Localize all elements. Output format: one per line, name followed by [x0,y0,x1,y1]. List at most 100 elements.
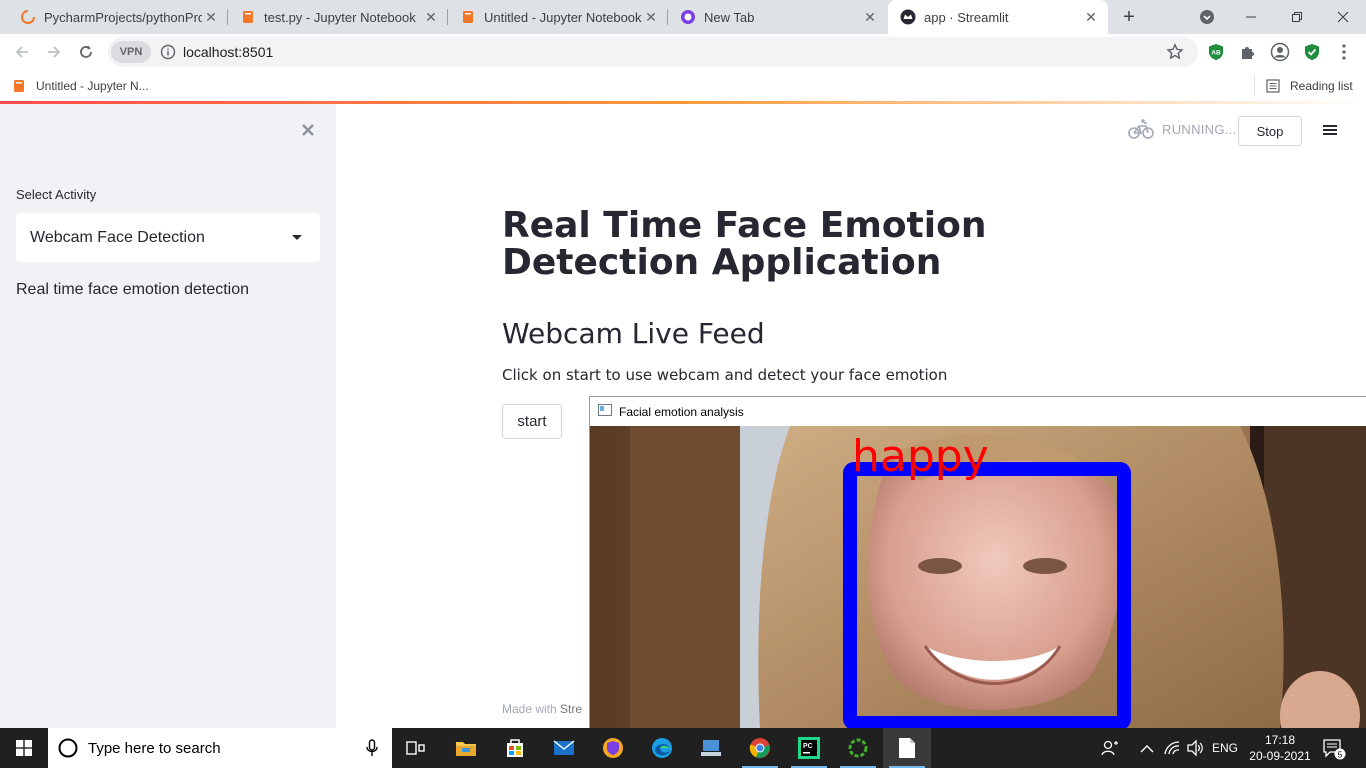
task-view-icon[interactable] [392,728,440,768]
pycharm-spinner-icon [20,9,36,25]
tab-title: Untitled - Jupyter Notebook [484,9,642,25]
start-button[interactable]: start [502,404,562,439]
forward-arrow-icon[interactable] [40,38,68,66]
tab-title: test.py - Jupyter Notebook [264,9,416,25]
restore-icon[interactable] [1274,0,1320,34]
file-explorer-icon[interactable] [442,728,490,768]
bookmarks-bar: Untitled - Jupyter N... Reading list [0,70,1366,102]
search-placeholder: Type here to search [88,739,221,757]
tab-title: PycharmProjects/pythonProje [44,9,202,25]
notepad-file-icon[interactable] [883,728,931,768]
back-arrow-icon[interactable] [8,38,36,66]
jupyter-book-icon [12,79,26,93]
browser-tab-strip: PycharmProjects/pythonProje ✕ test.py - … [0,0,1366,34]
tab-close-icon[interactable]: ✕ [861,9,879,26]
hamburger-menu-icon[interactable] [1322,122,1338,143]
notification-count: 5 [1338,750,1343,760]
footer: Made with Stre [502,702,582,716]
mail-icon[interactable] [540,728,588,768]
language-indicator[interactable]: ENG [1212,741,1238,755]
new-tab-icon [680,9,696,25]
webcam-frame: happy [590,426,1366,729]
microsoft-store-icon[interactable] [491,728,539,768]
windows-start-icon[interactable] [0,728,48,768]
stop-button[interactable]: Stop [1238,116,1302,146]
extensions-puzzle-icon[interactable] [1238,42,1258,62]
new-tab-plus-icon[interactable]: + [1106,0,1152,34]
browser-menu-icon[interactable] [1334,42,1354,62]
opencv-title-bar[interactable]: Facial emotion analysis [590,397,1366,426]
adblock-extension-icon[interactable]: AB [1206,42,1226,62]
close-sidebar-icon[interactable] [298,120,318,140]
bookmark-item[interactable]: Untitled - Jupyter N... [12,76,149,96]
site-info-icon[interactable] [160,44,176,65]
clock-date: 20-09-2021 [1249,749,1311,763]
select-label: Select Activity [16,187,97,202]
divider [1254,76,1255,96]
browser-tab[interactable]: test.py - Jupyter Notebook ✕ [228,0,448,34]
running-bicycle-icon [1128,118,1154,140]
reading-list-button[interactable]: Reading list [1266,76,1353,96]
clock[interactable]: 17:18 20-09-2021 [1248,732,1312,764]
sidebar-description: Real time face emotion detection [16,281,250,298]
reload-icon[interactable] [72,38,100,66]
jupyter-book-icon [460,9,476,25]
address-bar[interactable]: VPN localhost:8501 [108,37,1198,67]
streamlit-crown-icon [900,9,916,25]
browser-tab-active[interactable]: app · Streamlit ✕ [888,0,1108,34]
microphone-icon[interactable] [366,739,378,757]
opencv-window-title: Facial emotion analysis [619,405,744,419]
bookmark-label: Untitled - Jupyter N... [36,79,149,93]
webcam-image: happy [590,426,1366,729]
pc-settings-icon[interactable] [687,728,735,768]
pycharm-icon[interactable]: PC [785,728,833,768]
browser-tab[interactable]: Untitled - Jupyter Notebook ✕ [448,0,668,34]
tab-close-icon[interactable]: ✕ [1082,9,1100,26]
chevron-up-icon[interactable] [1140,741,1154,759]
emotion-label: happy [852,431,989,482]
bookmark-star-icon[interactable] [1166,43,1184,66]
tab-close-icon[interactable]: ✕ [422,9,440,26]
minimize-icon[interactable] [1228,0,1274,34]
wifi-icon[interactable] [1164,740,1182,761]
reading-list-icon [1266,79,1280,93]
notification-icon[interactable]: 5 [1322,738,1346,765]
security-shield-icon[interactable] [1302,42,1322,62]
activity-select[interactable]: Webcam Face Detection [16,213,320,262]
adblock-label: AB [1211,50,1221,57]
instruction-text: Click on start to use webcam and detect … [502,366,948,384]
taskbar-search-box[interactable]: Type here to search [48,728,392,768]
chrome-icon[interactable] [736,728,784,768]
close-window-icon[interactable] [1320,0,1366,34]
tab-title: app · Streamlit [924,9,1009,25]
anaconda-spinner-icon[interactable] [834,728,882,768]
vpn-shield-app-icon[interactable] [589,728,637,768]
footer-brand-link[interactable]: Stre [560,702,582,716]
page-title: Real Time Face Emotion Detection Applica… [502,205,987,283]
footer-prefix: Made with [502,702,561,716]
opencv-window[interactable]: Facial emotion analysis happy [589,396,1366,729]
url-text: localhost:8501 [183,44,274,60]
volume-icon[interactable] [1186,739,1204,762]
activity-select-value: Webcam Face Detection [30,228,205,246]
clock-time: 17:18 [1264,733,1296,747]
browser-tab[interactable]: PycharmProjects/pythonProje ✕ [8,0,228,34]
opencv-window-icon [598,404,612,419]
svg-text:PC: PC [803,743,813,750]
tab-title: New Tab [704,9,755,25]
search-circle-icon [58,738,78,758]
people-icon[interactable] [1100,738,1120,763]
tab-close-icon[interactable]: ✕ [642,9,660,26]
profile-icon[interactable] [1270,42,1290,62]
windows-taskbar: Type here to search PC ENG 17:18 20-09-2… [0,728,1366,768]
tab-search-icon[interactable] [1184,0,1230,34]
chevron-down-icon [292,234,302,241]
browser-toolbar: VPN localhost:8501 AB [0,34,1366,70]
edge-browser-icon[interactable] [638,728,686,768]
streamlit-sidebar: Select Activity Webcam Face Detection Re… [0,104,336,728]
subheader: Webcam Live Feed [502,317,765,350]
tab-close-icon[interactable]: ✕ [202,9,220,26]
jupyter-book-icon [240,9,256,25]
browser-tab[interactable]: New Tab ✕ [668,0,887,34]
vpn-badge[interactable]: VPN [111,41,151,63]
